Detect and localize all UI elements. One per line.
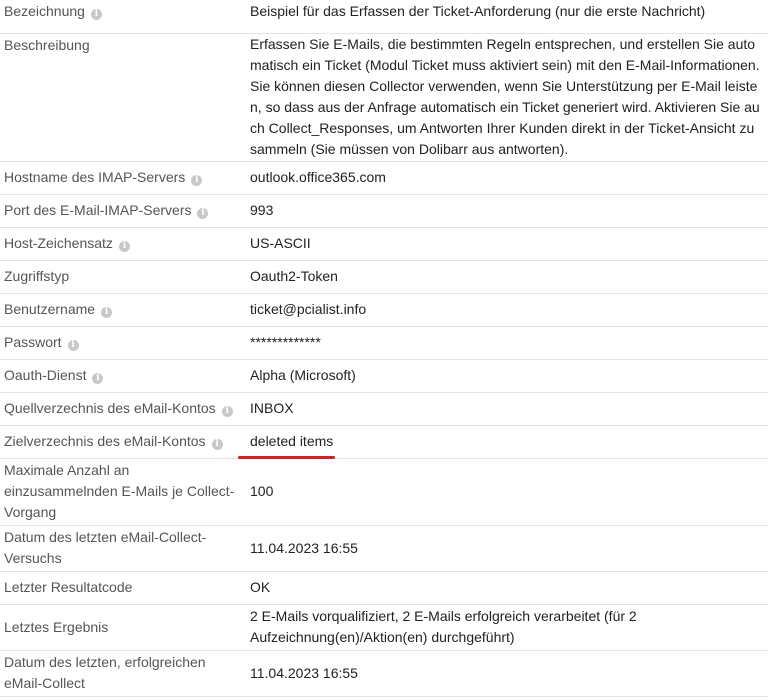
row-max-collect: Maximale Anzahl an einzusammelnden E-Mai… xyxy=(0,458,768,526)
row-last-result: Letztes Ergebnis 2 E-Mails vorqualifizie… xyxy=(0,604,768,651)
label: Host-Zeichensatz xyxy=(4,235,113,251)
label: Letztes Ergebnis xyxy=(4,618,109,635)
row-target-dir: Zielverzechnis des eMail-Kontos i deleted… xyxy=(0,425,768,459)
row-password: Passwort i ************* xyxy=(0,326,768,360)
row-hostname: Hostname des IMAP-Servers i outlook.offic… xyxy=(0,161,768,195)
row-username: Benutzername i ticket@pcialist.info xyxy=(0,293,768,327)
label: Passwort xyxy=(4,334,62,350)
value: ************* xyxy=(250,334,321,350)
label: Maximale Anzahl an einzusammelnden E-Mai… xyxy=(4,462,235,520)
label: Zugriffstyp xyxy=(4,268,70,284)
value: 100 xyxy=(250,483,274,499)
label: Port des E-Mail-IMAP-Servers xyxy=(4,202,192,218)
info-icon[interactable]: i xyxy=(90,9,102,20)
value: 11.04.2023 16:55 xyxy=(250,664,358,681)
info-icon[interactable]: i xyxy=(92,373,104,384)
label: Letzter Resultatcode xyxy=(4,579,133,595)
value: 11.04.2023 16:55 xyxy=(250,539,358,556)
label: Oauth-Dienst xyxy=(4,367,87,383)
value: Alpha (Microsoft) xyxy=(250,367,356,383)
info-icon[interactable]: i xyxy=(67,340,79,351)
row-source-dir: Quellverzechnis des eMail-Kontos i INBOX xyxy=(0,392,768,426)
properties-table: Bezeichnung i Beispiel für das Erfassen d… xyxy=(0,0,768,697)
label: Bezeichnung xyxy=(4,3,85,19)
label: Quellverzechnis des eMail-Kontos xyxy=(4,400,216,416)
row-bezeichnung: Bezeichnung i Beispiel für das Erfassen d… xyxy=(0,0,768,34)
row-port: Port des E-Mail-IMAP-Servers i 993 xyxy=(0,194,768,228)
label: Zielverzechnis des eMail-Kontos xyxy=(4,433,206,449)
row-beschreibung: Beschreibung Erfassen Sie E-Mails, die b… xyxy=(0,33,768,162)
label: Datum des letzten, erfolgreichen eMail-C… xyxy=(4,654,206,691)
value: INBOX xyxy=(250,400,294,416)
value: 2 E-Mails vorqualifiziert, 2 E-Mails erf… xyxy=(250,608,637,645)
info-icon[interactable]: i xyxy=(118,241,130,252)
value: Beispiel für das Erfassen der Ticket-Anf… xyxy=(250,3,706,19)
row-oauth-service: Oauth-Dienst i Alpha (Microsoft) xyxy=(0,359,768,393)
info-icon[interactable]: i xyxy=(101,307,113,318)
value: US-ASCII xyxy=(250,235,311,251)
info-icon[interactable]: i xyxy=(197,208,209,219)
row-last-attempt: Datum des letzten eMail-Collect-Versuchs… xyxy=(0,525,768,572)
label: Beschreibung xyxy=(4,36,90,53)
info-icon[interactable]: i xyxy=(191,175,203,186)
value: deleted items xyxy=(250,433,334,449)
info-icon[interactable]: i xyxy=(221,406,233,417)
highlight-underline xyxy=(238,456,336,459)
row-charset: Host-Zeichensatz i US-ASCII xyxy=(0,227,768,261)
value: ticket@pcialist.info xyxy=(250,301,367,317)
label: Benutzername xyxy=(4,301,96,317)
value: 993 xyxy=(250,202,274,218)
label: Hostname des IMAP-Servers xyxy=(4,169,186,185)
info-icon[interactable]: i xyxy=(211,439,223,450)
target-dir-value-wrap: deleted items xyxy=(238,431,336,459)
value: Erfassen Sie E-Mails, die bestimmten Reg… xyxy=(250,35,760,157)
value: OK xyxy=(250,579,271,595)
row-last-code: Letzter Resultatcode OK xyxy=(0,571,768,605)
row-access-type: Zugriffstyp Oauth2-Token xyxy=(0,260,768,294)
value: outlook.office365.com xyxy=(250,169,386,185)
label: Datum des letzten eMail-Collect-Versuchs xyxy=(4,529,207,566)
row-last-success: Datum des letzten, erfolgreichen eMail-C… xyxy=(0,650,768,697)
value: Oauth2-Token xyxy=(250,268,338,284)
